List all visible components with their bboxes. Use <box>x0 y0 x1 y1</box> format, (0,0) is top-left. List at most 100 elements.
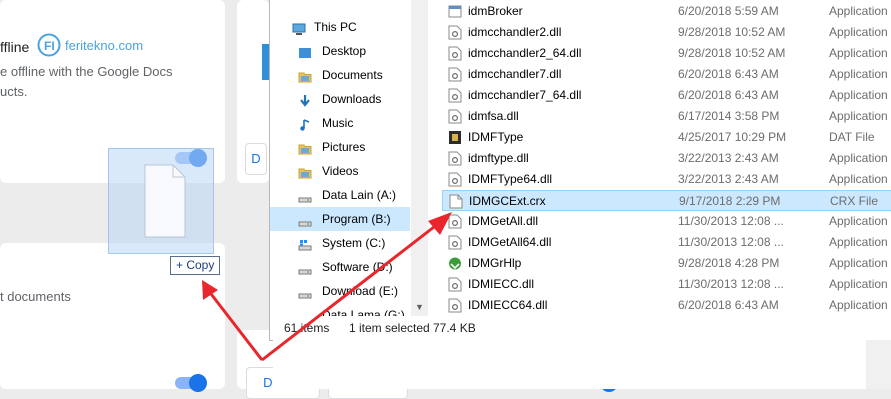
nav-item[interactable]: Downloads <box>270 87 410 111</box>
extension-title: ffline <box>0 39 30 55</box>
file-row[interactable]: idmcchandler7_64.dll 6/20/2018 6:43 AM App… <box>442 85 891 106</box>
file-row[interactable]: idmcchandler7.dll 6/20/2018 6:43 AM Applic… <box>442 64 891 85</box>
nav-item-label: Software (D:) <box>322 260 393 274</box>
file-name: IDMGetAll64.dll <box>468 235 552 249</box>
blank-file-icon <box>449 194 463 209</box>
file-row[interactable]: IDMFType 4/25/2017 10:29 PM DAT File <box>442 127 891 148</box>
dll-icon <box>448 151 462 166</box>
file-type: Application <box>829 67 888 81</box>
nav-item-label: Videos <box>322 164 359 178</box>
nav-item-label: Downloads <box>322 92 382 106</box>
file-name: IDMGrHlp <box>468 256 522 270</box>
nav-item[interactable]: Videos <box>270 159 410 183</box>
file-date: 6/20/2018 5:59 AM <box>678 4 779 18</box>
file-row[interactable]: idmBroker 6/20/2018 5:59 AM Application <box>442 1 891 22</box>
file-name: idmcchandler7.dll <box>468 67 562 81</box>
nav-item[interactable]: This PC <box>270 15 410 39</box>
extension-toggle-2[interactable] <box>175 374 207 392</box>
nav-item-label: Program (B:) <box>322 212 391 226</box>
file-row[interactable]: IDMIECC64.dll 6/20/2018 6:43 AM Applicatio… <box>442 295 891 316</box>
file-date: 3/22/2013 2:43 AM <box>678 151 779 165</box>
desktop-folder-icon <box>298 44 312 58</box>
file-list: idmBroker 6/20/2018 5:59 AM Application idm… <box>430 0 891 316</box>
window-lower-edge <box>273 340 883 389</box>
dll-icon <box>448 298 462 313</box>
details-button-partial[interactable]: D <box>245 143 267 175</box>
extension2-desc: t documents <box>0 289 71 304</box>
navigation-scrollbar[interactable]: ▼ <box>411 0 428 316</box>
dll-icon <box>448 88 462 103</box>
file-row[interactable]: idmcchandler2.dll 9/28/2018 10:52 AM Appli… <box>442 22 891 43</box>
file-name: idmftype.dll <box>468 151 529 165</box>
file-name: IDMFType64.dll <box>468 172 553 186</box>
drive-icon <box>298 260 312 275</box>
pc-icon <box>292 20 306 35</box>
file-type: Application <box>829 172 888 186</box>
file-date: 9/28/2018 10:52 AM <box>678 25 786 39</box>
file-date: 6/20/2018 6:43 AM <box>678 298 779 312</box>
nav-item[interactable]: Desktop <box>270 39 410 63</box>
file-date: 9/28/2018 10:52 AM <box>678 46 786 60</box>
downloads-arrow-icon <box>298 92 312 107</box>
file-type: Application <box>829 298 888 312</box>
file-name: IDMGetAll.dll <box>468 214 539 228</box>
file-type: DAT File <box>829 130 875 144</box>
file-row[interactable]: IDMIECC.dll 11/30/2013 12:08 ... Applicati… <box>442 274 891 295</box>
nav-item[interactable]: Music <box>270 111 410 135</box>
music-note-icon <box>298 116 312 131</box>
extension-icon-strip <box>262 44 269 80</box>
file-row[interactable]: IDMFType64.dll 3/22/2013 2:43 AM Applicati… <box>442 169 891 190</box>
nav-item[interactable]: Data Lain (A:) <box>270 183 410 207</box>
scroll-down-icon[interactable]: ▼ <box>415 302 424 312</box>
file-name: IDMGCExt.crx <box>469 194 546 208</box>
drive-icon <box>298 284 312 299</box>
file-date: 11/30/2013 12:08 ... <box>678 214 784 228</box>
file-row[interactable]: idmcchandler2_64.dll 9/28/2018 10:52 AM Ap… <box>442 43 891 64</box>
file-name: idmcchandler7_64.dll <box>468 88 582 102</box>
nav-item[interactable]: System (C:) <box>270 231 410 255</box>
videos-folder-icon <box>298 164 312 179</box>
nav-item[interactable]: Pictures <box>270 135 410 159</box>
file-name: idmBroker <box>468 4 523 18</box>
file-name: idmcchandler2.dll <box>468 25 562 39</box>
dll-icon <box>448 46 462 61</box>
status-item-count: 61 items <box>284 321 330 335</box>
file-name: idmcchandler2_64.dll <box>468 46 582 60</box>
nav-item[interactable]: Documents <box>270 63 410 87</box>
file-row[interactable]: IDMGetAll.dll 11/30/2013 12:08 ... Applica… <box>442 211 891 232</box>
file-date: 11/30/2013 12:08 ... <box>678 277 784 291</box>
nav-item[interactable]: Program (B:) <box>270 207 410 231</box>
file-type: Application <box>829 235 888 249</box>
copy-tooltip: + Copy <box>170 256 221 275</box>
file-row[interactable]: idmfsa.dll 6/17/2014 3:58 PM Application <box>442 106 891 127</box>
file-date: 6/17/2014 3:58 PM <box>678 109 780 123</box>
documents-folder-icon <box>298 68 312 83</box>
file-type: Application <box>829 214 888 228</box>
file-type: CRX File <box>830 194 879 208</box>
nav-item-label: Desktop <box>322 44 367 58</box>
file-date: 4/25/2017 10:29 PM <box>678 130 787 144</box>
nav-item[interactable]: Software (D:) <box>270 255 410 279</box>
file-row[interactable]: idmftype.dll 3/22/2013 2:43 AM Application <box>442 148 891 169</box>
file-type: Application <box>829 46 888 60</box>
file-date: 6/20/2018 6:43 AM <box>678 67 779 81</box>
nav-item-label: Data Lain (A:) <box>322 188 397 202</box>
file-date: 11/30/2013 12:08 ... <box>678 235 784 249</box>
file-type: Application <box>829 277 888 291</box>
file-type: Application <box>829 109 888 123</box>
file-row[interactable]: IDMGetAll64.dll 11/30/2013 12:08 ... Appli… <box>442 232 891 253</box>
navigation-pane: This PC Desktop Documents Downloads Music Pic… <box>270 0 410 323</box>
extension-desc-line1: e offline with the Google Docs <box>0 64 173 79</box>
feritekno-logo: FI <box>36 33 62 57</box>
svg-text:FI: FI <box>44 39 55 53</box>
drag-ghost <box>108 148 214 254</box>
dll-icon <box>448 172 462 187</box>
nav-item-label: This PC <box>314 20 357 34</box>
file-date: 3/22/2013 2:43 AM <box>678 172 779 186</box>
file-name: idmfsa.dll <box>468 109 519 123</box>
file-row[interactable]: IDMGrHlp 9/28/2018 4:28 PM Application <box>442 253 891 274</box>
file-row[interactable]: IDMGCExt.crx 9/17/2018 2:29 PM CRX File <box>442 190 891 211</box>
nav-item[interactable]: Download (E:) <box>270 279 410 303</box>
window-scrollbar-edge <box>866 340 891 389</box>
drive-icon <box>298 212 312 227</box>
